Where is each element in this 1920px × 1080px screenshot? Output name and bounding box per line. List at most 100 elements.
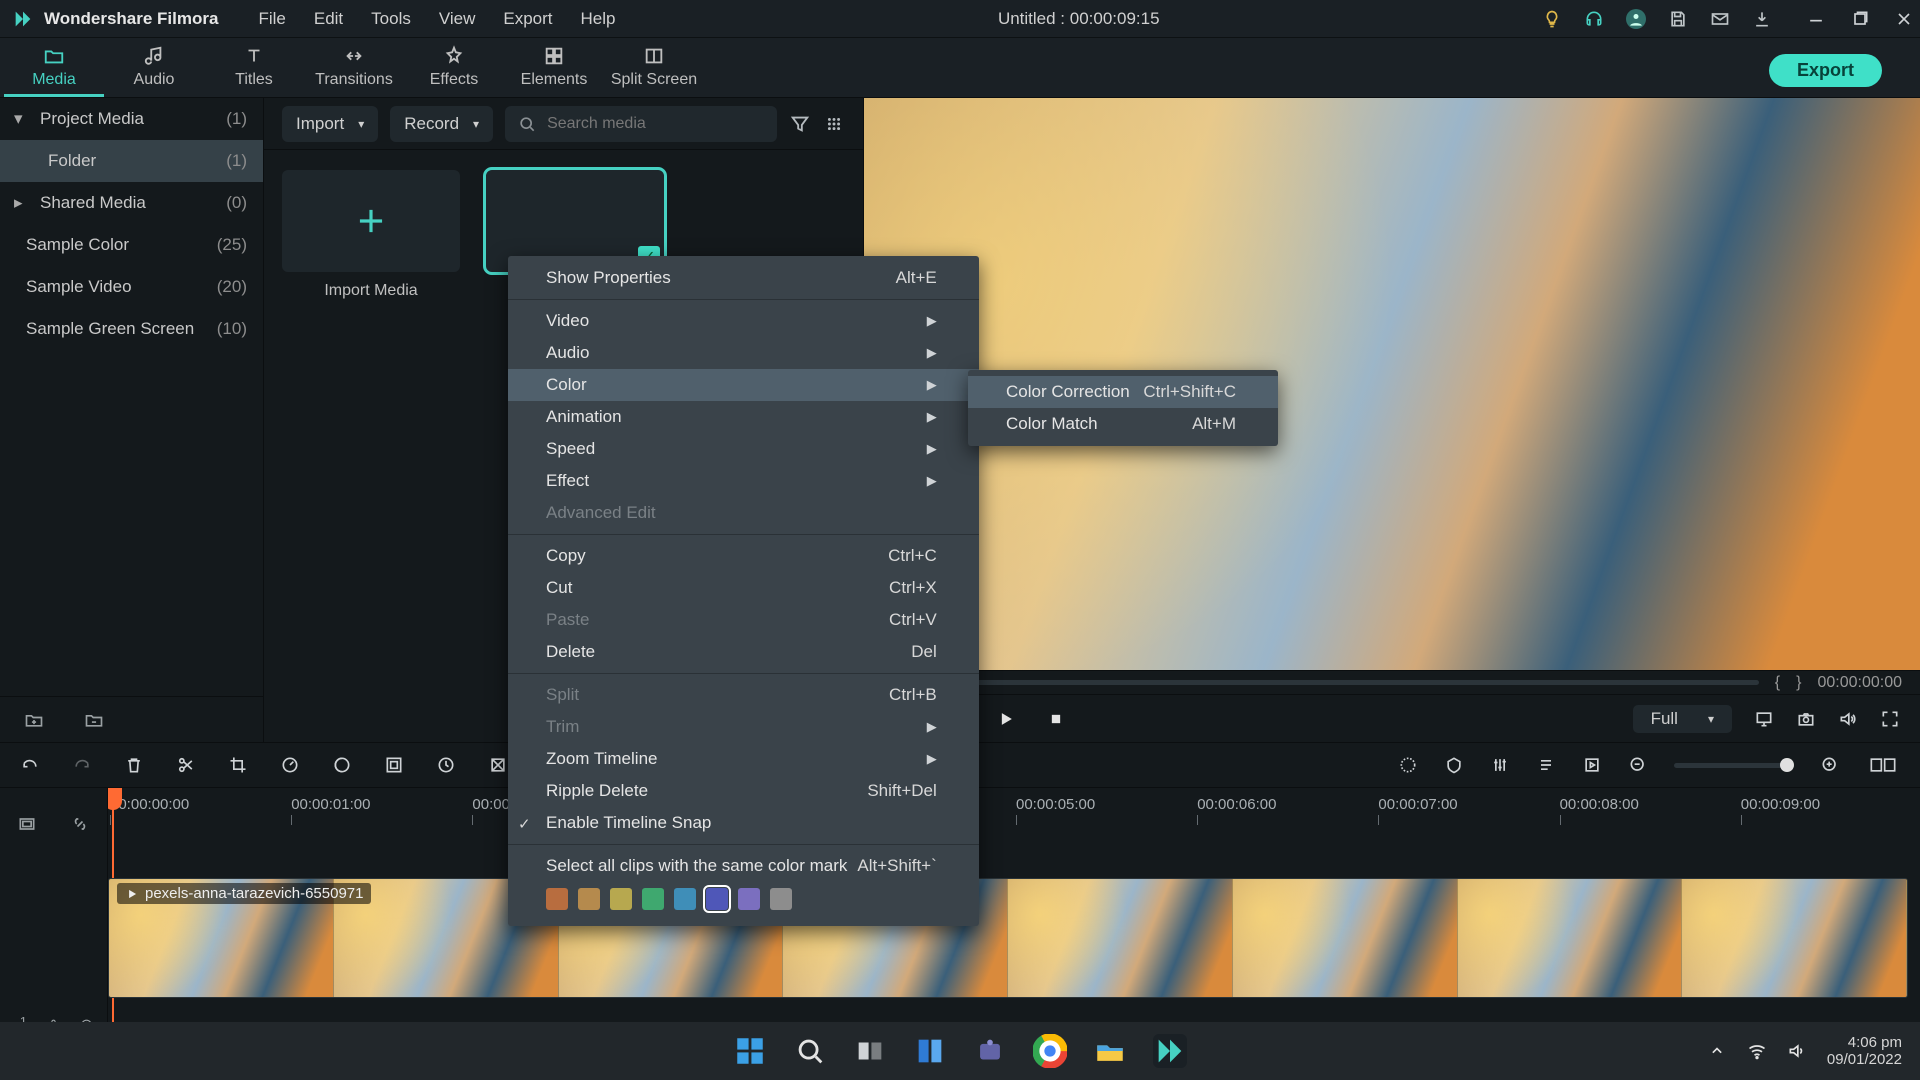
marker-icon[interactable] (1444, 755, 1464, 775)
ctx-audio[interactable]: Audio▶ (508, 337, 979, 369)
minimize-icon[interactable] (1806, 9, 1826, 29)
maximize-icon[interactable] (1850, 9, 1870, 29)
remove-folder-icon[interactable] (84, 710, 104, 730)
ctx-animation[interactable]: Animation▶ (508, 401, 979, 433)
audio-mixer-icon[interactable] (1490, 755, 1510, 775)
timeline-clip[interactable]: pexels-anna-tarazevich-6550971 (108, 878, 1908, 998)
swatch[interactable] (642, 888, 664, 910)
import-media-tile[interactable]: Import Media (282, 170, 460, 300)
grid-icon[interactable] (823, 113, 845, 135)
context-menu[interactable]: Show PropertiesAlt+E Video▶Audio▶Color▶An… (508, 256, 979, 926)
ctx-color-correction[interactable]: Color CorrectionCtrl+Shift+C (968, 376, 1278, 408)
sidebar-item-shared-media[interactable]: ▸Shared Media(0) (0, 182, 263, 224)
menu-edit[interactable]: Edit (314, 9, 343, 29)
chrome-icon[interactable] (1033, 1034, 1067, 1068)
swatch[interactable] (610, 888, 632, 910)
preview-scrubber[interactable]: { } 00:00:00:00 (864, 670, 1920, 694)
tray-volume-icon[interactable] (1787, 1041, 1807, 1061)
import-dropdown[interactable]: Import▾ (282, 106, 378, 142)
teams-icon[interactable] (973, 1034, 1007, 1068)
brace-close[interactable]: } (1796, 674, 1801, 692)
zoom-fit-icon[interactable] (1866, 755, 1900, 775)
ctx-delete[interactable]: DeleteDel (508, 636, 979, 668)
ctx-zoom-timeline[interactable]: Zoom Timeline▶ (508, 743, 979, 775)
zoom-out-icon[interactable] (1628, 755, 1648, 775)
ctx-copy[interactable]: CopyCtrl+C (508, 540, 979, 572)
mark-icon[interactable] (488, 755, 508, 775)
swatch[interactable] (738, 888, 760, 910)
preview-quality-dropdown[interactable]: Full ▾ (1633, 705, 1732, 733)
list-icon[interactable] (1536, 755, 1556, 775)
zoom-slider[interactable] (1674, 763, 1794, 768)
menu-export[interactable]: Export (503, 9, 552, 29)
filmora-taskbar-icon[interactable] (1153, 1034, 1187, 1068)
mode-tab-split-screen[interactable]: Split Screen (604, 39, 704, 97)
headset-icon[interactable] (1584, 9, 1604, 29)
mode-tab-transitions[interactable]: Transitions (304, 39, 404, 97)
volume-icon[interactable] (1838, 709, 1858, 729)
account-icon[interactable] (1626, 9, 1646, 29)
wifi-icon[interactable] (1747, 1041, 1767, 1061)
ctx-effect[interactable]: Effect▶ (508, 465, 979, 497)
sidebar-item-sample-green-screen[interactable]: Sample Green Screen(10) (0, 308, 263, 350)
keyframe-icon[interactable] (436, 755, 456, 775)
new-folder-icon[interactable] (24, 710, 44, 730)
color-icon[interactable] (332, 755, 352, 775)
split-icon[interactable] (176, 755, 196, 775)
tl-add-track-icon[interactable] (17, 814, 37, 834)
ctx-speed[interactable]: Speed▶ (508, 433, 979, 465)
ctx-color[interactable]: Color▶ (508, 369, 979, 401)
play-icon[interactable] (996, 709, 1016, 729)
swatch[interactable] (578, 888, 600, 910)
crop-icon[interactable] (228, 755, 248, 775)
ctx-show-properties[interactable]: Show PropertiesAlt+E (508, 262, 979, 294)
mode-tab-media[interactable]: Media (4, 39, 104, 97)
delete-icon[interactable] (124, 755, 144, 775)
fullscreen-icon[interactable] (1880, 709, 1900, 729)
snapshot-icon[interactable] (1796, 709, 1816, 729)
mode-tab-effects[interactable]: Effects (404, 39, 504, 97)
ctx-select-all-clips-with-the-same-color-mark[interactable]: Select all clips with the same color mar… (508, 850, 979, 882)
lightbulb-icon[interactable] (1542, 9, 1562, 29)
tray-chevron-icon[interactable] (1707, 1041, 1727, 1061)
stop-icon[interactable] (1046, 709, 1066, 729)
ctx-cut[interactable]: CutCtrl+X (508, 572, 979, 604)
close-icon[interactable] (1894, 9, 1914, 29)
search-input[interactable]: Search media (505, 106, 777, 142)
save-icon[interactable] (1668, 9, 1688, 29)
mode-tab-titles[interactable]: Titles (204, 39, 304, 97)
ctx-ripple-delete[interactable]: Ripple DeleteShift+Del (508, 775, 979, 807)
mail-icon[interactable] (1710, 9, 1730, 29)
menu-help[interactable]: Help (581, 9, 616, 29)
mode-tab-elements[interactable]: Elements (504, 39, 604, 97)
filter-icon[interactable] (789, 113, 811, 135)
context-submenu-color[interactable]: Color CorrectionCtrl+Shift+CColor MatchA… (968, 370, 1278, 446)
timeline-canvas[interactable]: 00:00:00:0000:00:01:0000:00:02:0000:00:0… (108, 788, 1920, 1048)
redo-icon[interactable] (72, 755, 92, 775)
scrub-track[interactable] (882, 680, 1759, 685)
swatch[interactable] (770, 888, 792, 910)
render-icon[interactable] (1582, 755, 1602, 775)
speed-icon[interactable] (280, 755, 300, 775)
taskbar-search-icon[interactable] (793, 1034, 827, 1068)
sidebar-item-project-media[interactable]: ▾Project Media(1) (0, 98, 263, 140)
mode-tab-audio[interactable]: Audio (104, 39, 204, 97)
export-button[interactable]: Export (1769, 54, 1882, 87)
sidebar-item-sample-color[interactable]: Sample Color(25) (0, 224, 263, 266)
menu-view[interactable]: View (439, 9, 476, 29)
widgets-icon[interactable] (913, 1034, 947, 1068)
swatch[interactable] (706, 888, 728, 910)
start-icon[interactable] (733, 1034, 767, 1068)
swatch[interactable] (546, 888, 568, 910)
record-dropdown[interactable]: Record▾ (390, 106, 493, 142)
undo-icon[interactable] (20, 755, 40, 775)
ctx-video[interactable]: Video▶ (508, 305, 979, 337)
greenscreen-icon[interactable] (384, 755, 404, 775)
taskview-icon[interactable] (853, 1034, 887, 1068)
swatch[interactable] (674, 888, 696, 910)
mixer-icon[interactable] (1398, 755, 1418, 775)
sidebar-item-sample-video[interactable]: Sample Video(20) (0, 266, 263, 308)
zoom-in-icon[interactable] (1820, 755, 1840, 775)
download-icon[interactable] (1752, 9, 1772, 29)
menu-file[interactable]: File (258, 9, 285, 29)
